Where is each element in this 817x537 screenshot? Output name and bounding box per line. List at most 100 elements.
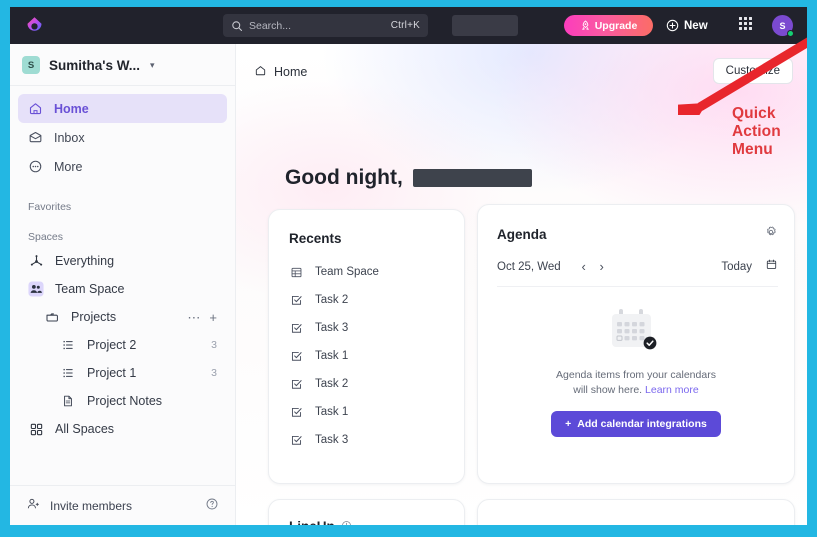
user-avatar[interactable]: S bbox=[772, 15, 794, 37]
sidebar-item-label: Project 2 bbox=[87, 338, 137, 352]
agenda-title: Agenda bbox=[497, 227, 547, 242]
sidebar-item-inbox[interactable]: Inbox bbox=[18, 123, 227, 152]
list-item-label: Task 1 bbox=[315, 350, 349, 362]
redacted-topbar-field bbox=[452, 15, 518, 36]
workspace-switcher[interactable]: S Sumitha's W... ▾ bbox=[10, 44, 235, 86]
search-box[interactable]: Ctrl+K bbox=[223, 14, 428, 37]
sidebar-item-home[interactable]: Home bbox=[18, 94, 227, 123]
rocket-icon bbox=[582, 20, 589, 30]
help-circle-icon[interactable] bbox=[205, 497, 219, 514]
clickup-logo[interactable] bbox=[24, 15, 45, 36]
agenda-empty-line2: will show here. bbox=[573, 384, 643, 397]
doc-icon bbox=[60, 393, 76, 409]
list-item[interactable]: Task 2 bbox=[269, 370, 464, 398]
person-add-icon bbox=[26, 497, 40, 514]
invite-members-row[interactable]: Invite members bbox=[10, 485, 235, 525]
breadcrumb-label: Home bbox=[274, 65, 308, 79]
lineup-title: LineUp bbox=[289, 519, 335, 525]
agenda-empty-state: Agenda items from your calendars will sh… bbox=[478, 305, 794, 438]
sidebar-item-label: More bbox=[54, 159, 83, 174]
task-check-icon bbox=[289, 321, 303, 335]
upgrade-button[interactable]: Upgrade bbox=[564, 15, 653, 36]
next-day-button[interactable]: › bbox=[593, 258, 611, 276]
main-content: Home Customize Good night, Recents Team … bbox=[236, 44, 807, 525]
sidebar-item-team-space[interactable]: Team Space bbox=[18, 275, 227, 303]
everything-icon bbox=[28, 253, 44, 269]
avatar-initial: S bbox=[779, 20, 786, 31]
sidebar: S Sumitha's W... ▾ Home Inbox More Favor… bbox=[10, 44, 236, 525]
customize-button[interactable]: Customize bbox=[712, 58, 793, 84]
list-icon bbox=[60, 337, 76, 353]
info-circle-icon[interactable] bbox=[341, 520, 352, 525]
list-item[interactable]: Task 1 bbox=[269, 398, 464, 426]
list-item-label: Task 3 bbox=[315, 434, 349, 446]
home-icon bbox=[254, 64, 267, 80]
projects-row-actions: ⋯ + bbox=[187, 311, 217, 324]
top-bar: Ctrl+K Upgrade New S bbox=[10, 7, 807, 44]
invite-members-label: Invite members bbox=[50, 498, 133, 513]
workspace-avatar-initial: S bbox=[27, 59, 35, 71]
workspace-name: Sumitha's W... bbox=[49, 57, 140, 73]
sidebar-item-label: Home bbox=[54, 101, 89, 116]
screenshot-frame: Ctrl+K Upgrade New S bbox=[0, 0, 817, 537]
sidebar-item-label: Everything bbox=[55, 254, 115, 268]
agenda-date-label: Oct 25, Wed bbox=[497, 260, 561, 273]
quick-action-menu-annotation: Quick Action Menu bbox=[732, 105, 781, 158]
agenda-card: Agenda Oct 25, Wed ‹ › Today Agenda item… bbox=[477, 204, 795, 484]
apps-grid-icon[interactable] bbox=[739, 17, 756, 34]
list-item[interactable]: Task 2 bbox=[269, 286, 464, 314]
recents-title: Recents bbox=[289, 231, 342, 246]
home-icon bbox=[28, 101, 43, 116]
sidebar-item-project-1[interactable]: Project 1 3 bbox=[18, 359, 227, 387]
add-calendar-integrations-button[interactable]: + Add calendar integrations bbox=[551, 411, 721, 438]
new-button[interactable]: New bbox=[666, 15, 708, 36]
more-options-icon[interactable]: ⋯ bbox=[187, 311, 200, 324]
today-button[interactable]: Today bbox=[721, 261, 752, 273]
team-space-icon bbox=[28, 281, 44, 297]
previous-day-button[interactable]: ‹ bbox=[575, 258, 593, 276]
learn-more-link[interactable]: Learn more bbox=[645, 384, 699, 396]
sidebar-item-all-spaces[interactable]: All Spaces bbox=[18, 415, 227, 443]
agenda-header: Agenda bbox=[497, 225, 778, 244]
online-status-dot bbox=[787, 30, 794, 37]
list-item-label: Team Space bbox=[315, 266, 379, 278]
list-item-label: Task 3 bbox=[315, 322, 349, 334]
sidebar-item-project-notes[interactable]: Project Notes bbox=[18, 387, 227, 415]
gear-icon[interactable] bbox=[764, 225, 778, 244]
chevron-down-icon: ▾ bbox=[149, 59, 155, 70]
list-item-label: Task 1 bbox=[315, 406, 349, 418]
list-icon bbox=[60, 365, 76, 381]
item-count: 3 bbox=[211, 339, 217, 351]
breadcrumb[interactable]: Home bbox=[254, 64, 307, 80]
spaces-list: Everything Team Space Projects ⋯ + Proje… bbox=[10, 247, 235, 443]
recents-card: Recents Team Space Task 2 Task 3 Task 1 … bbox=[268, 209, 465, 484]
plus-circle-icon bbox=[666, 19, 679, 32]
calendar-illustration-icon bbox=[607, 305, 665, 359]
upgrade-label: Upgrade bbox=[594, 19, 638, 32]
search-input[interactable] bbox=[243, 19, 391, 32]
list-item[interactable]: Task 3 bbox=[269, 426, 464, 454]
table-icon bbox=[289, 265, 303, 279]
sidebar-item-more[interactable]: More bbox=[18, 152, 227, 181]
list-item[interactable]: Task 1 bbox=[269, 342, 464, 370]
lineup-secondary-card bbox=[477, 499, 795, 525]
list-item[interactable]: Task 3 bbox=[269, 314, 464, 342]
sidebar-item-project-2[interactable]: Project 2 3 bbox=[18, 331, 227, 359]
list-item-label: Task 2 bbox=[315, 294, 349, 306]
task-check-icon bbox=[289, 405, 303, 419]
sidebar-item-label: Team Space bbox=[55, 282, 125, 296]
sidebar-item-everything[interactable]: Everything bbox=[18, 247, 227, 275]
list-item[interactable]: Team Space bbox=[269, 258, 464, 286]
greeting-text: Good night, bbox=[285, 166, 403, 189]
agenda-empty-line1: Agenda items from your calendars bbox=[556, 369, 716, 381]
greeting: Good night, bbox=[285, 166, 532, 190]
task-check-icon bbox=[289, 349, 303, 363]
new-label: New bbox=[684, 19, 708, 32]
agenda-date-nav: Oct 25, Wed ‹ › Today bbox=[497, 257, 778, 287]
plus-icon: + bbox=[565, 418, 572, 431]
lineup-header: LineUp bbox=[289, 519, 352, 525]
sidebar-item-projects[interactable]: Projects ⋯ + bbox=[18, 303, 227, 331]
sidebar-item-label: All Spaces bbox=[55, 422, 115, 436]
add-icon[interactable]: + bbox=[209, 311, 217, 324]
calendar-icon[interactable] bbox=[765, 258, 778, 276]
